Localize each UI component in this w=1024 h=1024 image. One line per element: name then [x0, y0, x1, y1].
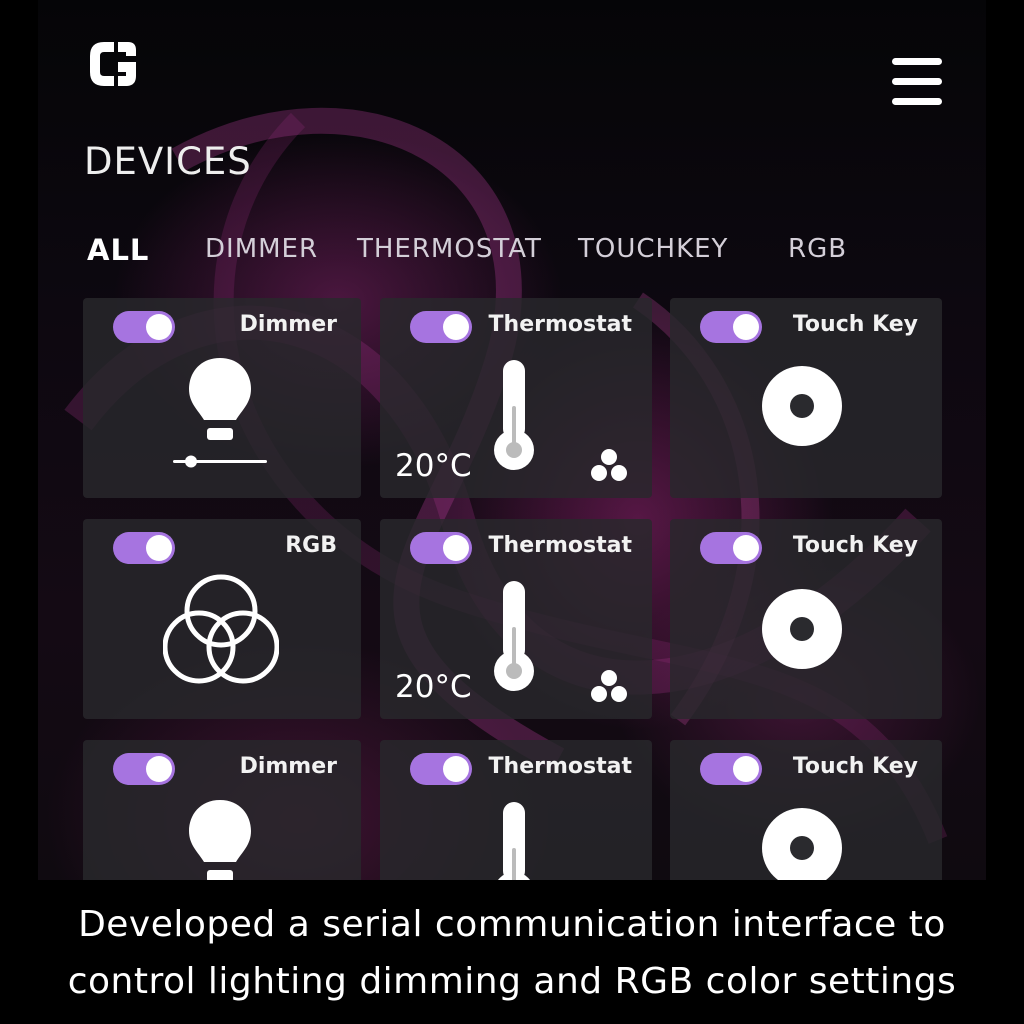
- ring-button-icon: [762, 589, 842, 669]
- thermometer-icon: [498, 802, 530, 880]
- device-label: Touch Key: [792, 754, 918, 779]
- fan-speed-icon[interactable]: [590, 448, 628, 482]
- device-label: Touch Key: [792, 312, 918, 337]
- device-card-dimmer[interactable]: Dimmer: [83, 298, 361, 498]
- thermometer-icon: [494, 360, 534, 470]
- ring-button-icon: [762, 808, 842, 880]
- power-toggle[interactable]: [700, 532, 762, 564]
- device-label: RGB: [285, 533, 337, 558]
- page-title: DEVICES: [84, 140, 252, 183]
- power-toggle[interactable]: [410, 311, 472, 343]
- app-screen: DEVICES ALL DIMMER THERMOSTAT TOUCHKEY R…: [38, 0, 986, 880]
- tab-all[interactable]: ALL: [87, 233, 149, 267]
- power-toggle[interactable]: [410, 753, 472, 785]
- device-label: Thermostat: [488, 533, 632, 558]
- device-card-thermostat[interactable]: Thermostat 20°C: [380, 519, 652, 719]
- brightness-slider-icon[interactable]: [173, 454, 269, 470]
- tab-thermostat[interactable]: THERMOSTAT: [357, 234, 542, 264]
- caption: Developed a serial communication interfa…: [0, 896, 1024, 1010]
- power-toggle[interactable]: [113, 311, 175, 343]
- device-card-dimmer[interactable]: Dimmer: [83, 740, 361, 880]
- light-bulb-icon: [189, 800, 251, 880]
- tab-dimmer[interactable]: DIMMER: [205, 234, 318, 264]
- device-card-touchkey[interactable]: Touch Key: [670, 740, 942, 880]
- light-bulb-icon: [189, 358, 251, 440]
- device-card-touchkey[interactable]: Touch Key: [670, 519, 942, 719]
- tab-touchkey[interactable]: TOUCHKEY: [578, 234, 728, 264]
- power-toggle[interactable]: [700, 753, 762, 785]
- power-toggle[interactable]: [410, 532, 472, 564]
- temperature-readout: 20°C: [395, 448, 472, 484]
- device-card-touchkey[interactable]: Touch Key: [670, 298, 942, 498]
- device-label: Dimmer: [239, 312, 337, 337]
- tab-rgb[interactable]: RGB: [788, 234, 847, 264]
- device-card-thermostat[interactable]: Thermostat: [380, 740, 652, 880]
- temperature-readout: 20°C: [395, 669, 472, 705]
- hamburger-menu-icon[interactable]: [892, 58, 944, 106]
- device-label: Touch Key: [792, 533, 918, 558]
- caption-line-2: control lighting dimming and RGB color s…: [67, 961, 957, 1002]
- device-label: Dimmer: [239, 754, 337, 779]
- power-toggle[interactable]: [113, 532, 175, 564]
- power-toggle[interactable]: [113, 753, 175, 785]
- caption-line-1: Developed a serial communication interfa…: [78, 904, 946, 945]
- device-card-rgb[interactable]: RGB: [83, 519, 361, 719]
- device-label: Thermostat: [488, 312, 632, 337]
- ring-button-icon: [762, 366, 842, 446]
- g-logo-icon[interactable]: [84, 36, 140, 92]
- rgb-circles-icon: [163, 574, 279, 684]
- thermometer-icon: [494, 581, 534, 691]
- device-label: Thermostat: [488, 754, 632, 779]
- device-card-thermostat[interactable]: Thermostat 20°C: [380, 298, 652, 498]
- power-toggle[interactable]: [700, 311, 762, 343]
- fan-speed-icon[interactable]: [590, 669, 628, 703]
